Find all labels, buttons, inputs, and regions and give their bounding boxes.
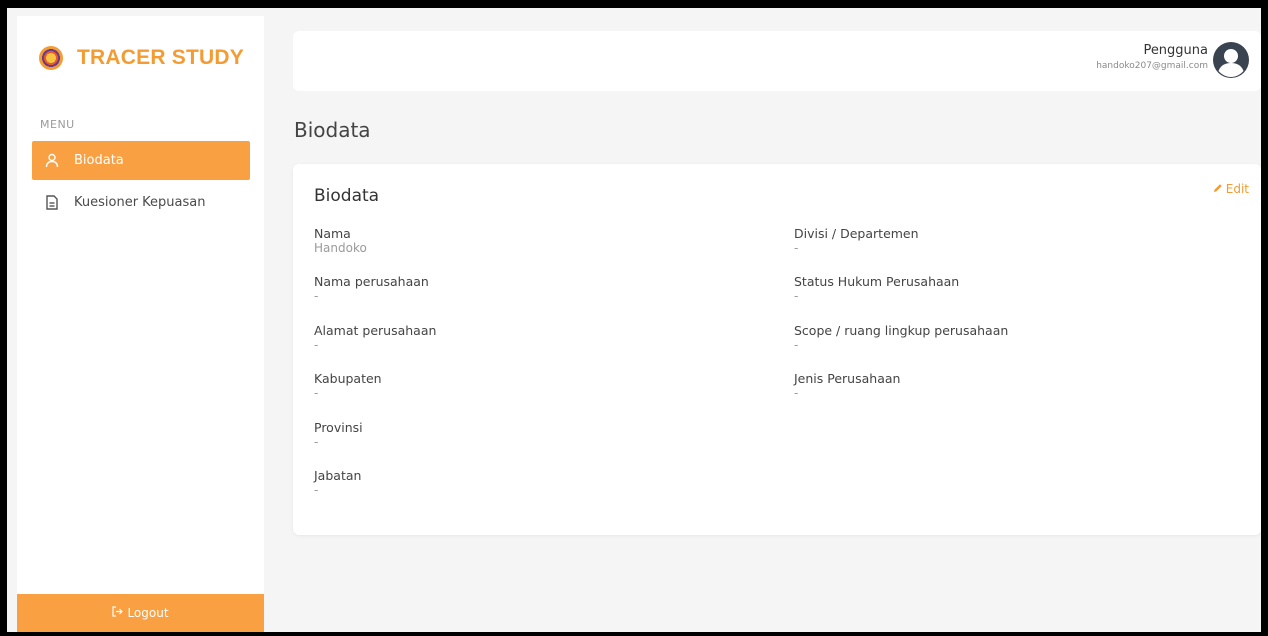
- field-label: Nama perusahaan: [314, 274, 429, 289]
- field-status-hukum: Status Hukum Perusahaan -: [794, 274, 959, 303]
- biodata-card: Biodata Edit Nama Handoko Nama perusahaa…: [293, 164, 1261, 535]
- field-value: -: [314, 338, 319, 352]
- field-label: Divisi / Departemen: [794, 226, 919, 241]
- top-bar: Pengguna handoko207@gmail.com: [293, 31, 1261, 91]
- logout-icon: [112, 606, 124, 620]
- field-kabupaten: Kabupaten -: [314, 371, 382, 400]
- edit-button[interactable]: Edit: [1213, 182, 1249, 196]
- field-value: -: [794, 338, 799, 352]
- field-value: Handoko: [314, 241, 367, 255]
- field-divisi-departemen: Divisi / Departemen -: [794, 226, 919, 255]
- pencil-icon: [1213, 182, 1223, 196]
- field-provinsi: Provinsi -: [314, 420, 363, 449]
- user-role: Pengguna: [1143, 43, 1208, 58]
- field-label: Alamat perusahaan: [314, 323, 437, 338]
- field-value: -: [314, 289, 319, 303]
- field-value: -: [314, 386, 319, 400]
- field-value: -: [794, 289, 799, 303]
- sidebar-item-label: Biodata: [74, 153, 124, 168]
- card-title: Biodata: [314, 186, 380, 206]
- document-icon: [44, 195, 60, 211]
- menu-caption: MENU: [40, 118, 75, 131]
- sidebar: TRACER STUDY MENU Biodata Kuesioner Kepu…: [17, 16, 264, 632]
- field-label: Scope / ruang lingkup perusahaan: [794, 323, 1009, 338]
- page-title: Biodata: [294, 118, 371, 142]
- field-label: Jabatan: [314, 468, 362, 483]
- logout-label: Logout: [127, 606, 169, 620]
- field-label: Nama: [314, 226, 351, 241]
- field-label: Status Hukum Perusahaan: [794, 274, 960, 289]
- sidebar-item-kuesioner-kepuasan[interactable]: Kuesioner Kepuasan: [32, 183, 250, 222]
- field-jabatan: Jabatan -: [314, 468, 361, 497]
- brand-title: TRACER STUDY: [77, 46, 244, 69]
- field-scope-ruang-lingkup: Scope / ruang lingkup perusahaan -: [794, 323, 1008, 352]
- logout-button[interactable]: Logout: [17, 594, 264, 632]
- field-nama-perusahaan: Nama perusahaan -: [314, 274, 429, 303]
- user-circle-icon[interactable]: [1213, 42, 1249, 78]
- field-value: -: [314, 483, 319, 497]
- app-frame: TRACER STUDY MENU Biodata Kuesioner Kepu…: [7, 8, 1261, 632]
- university-seal-icon: [39, 46, 63, 70]
- user-info[interactable]: Pengguna handoko207@gmail.com: [1096, 43, 1208, 71]
- field-label: Kabupaten: [314, 371, 382, 386]
- field-label: Provinsi: [314, 420, 363, 435]
- field-jenis-perusahaan: Jenis Perusahaan -: [794, 371, 900, 400]
- sidebar-item-biodata[interactable]: Biodata: [32, 141, 250, 180]
- sidebar-item-label: Kuesioner Kepuasan: [74, 195, 206, 210]
- user-email: handoko207@gmail.com: [1096, 61, 1208, 71]
- field-alamat-perusahaan: Alamat perusahaan -: [314, 323, 436, 352]
- field-label: Jenis Perusahaan: [794, 371, 901, 386]
- field-nama: Nama Handoko: [314, 226, 367, 255]
- edit-label: Edit: [1225, 182, 1249, 196]
- user-icon: [44, 153, 60, 169]
- field-value: -: [794, 386, 799, 400]
- field-value: -: [314, 435, 319, 449]
- brand[interactable]: TRACER STUDY: [39, 46, 244, 70]
- field-value: -: [794, 241, 799, 255]
